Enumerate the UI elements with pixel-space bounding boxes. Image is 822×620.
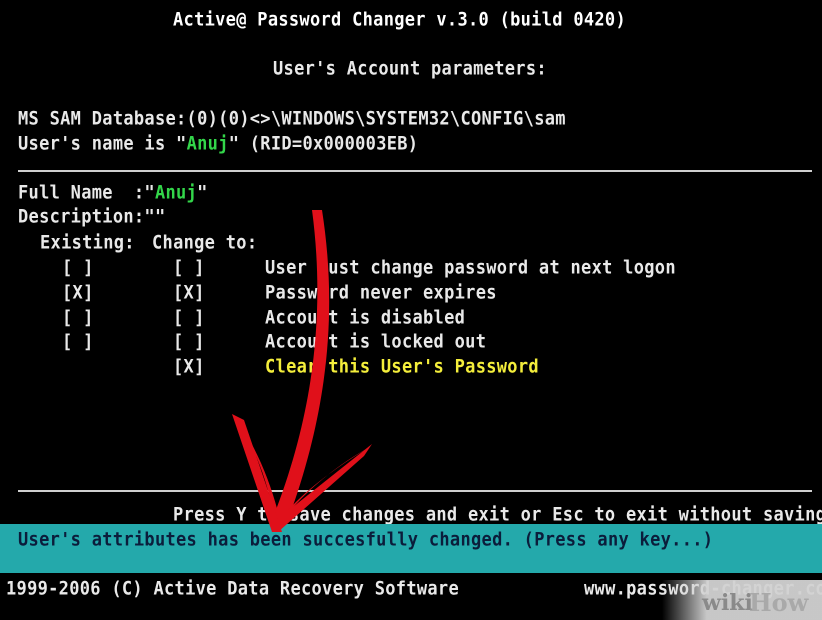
wikihow-watermark: wiki How: [662, 580, 822, 620]
red-arrow-icon: [232, 210, 372, 532]
watermark-wiki: wiki: [702, 590, 753, 616]
watermark-how: How: [749, 588, 809, 617]
